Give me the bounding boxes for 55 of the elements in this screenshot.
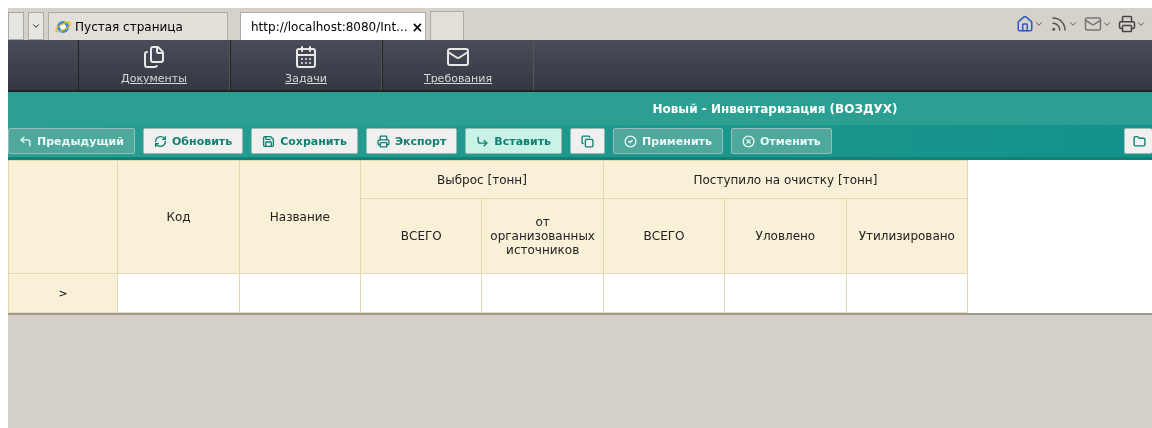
column-header: Уловлено: [724, 198, 847, 274]
column-header: Поступило на очистку [тонн]: [603, 160, 968, 199]
column-header: ВСЕГО: [603, 198, 725, 274]
dropdown-icon[interactable]: [1102, 19, 1112, 29]
browser-tab[interactable]: Пустая страница: [48, 12, 228, 40]
nav-link[interactable]: Требования: [382, 40, 534, 90]
column-header: Утилизировано: [846, 198, 968, 274]
mail-icon[interactable]: [1084, 15, 1102, 33]
rss-icon[interactable]: [1050, 15, 1068, 33]
calendar-icon: [294, 45, 318, 69]
row-marker[interactable]: >: [8, 273, 118, 313]
save-icon: [262, 134, 276, 148]
column-header: ВСЕГО: [360, 198, 482, 274]
back-arrow-icon: [19, 134, 32, 148]
form-title: Новый - Инвентаризация (ВОЗДУХ): [652, 101, 898, 116]
nav-link[interactable]: Задачи: [230, 40, 382, 90]
column-header: Выброс [тонн]: [360, 160, 604, 199]
table-cell[interactable]: [117, 273, 240, 313]
toolbar-button[interactable]: Вставить: [465, 128, 563, 154]
icon-button[interactable]: [570, 128, 606, 154]
documents-icon: [142, 45, 166, 69]
dropdown-icon[interactable]: [1034, 19, 1044, 29]
toolbar-button[interactable]: Сохранить: [251, 128, 358, 154]
folder-icon: [1133, 134, 1146, 148]
dropdown-icon: [31, 21, 41, 31]
table-cell[interactable]: [724, 273, 847, 313]
printer-icon: [376, 134, 390, 148]
check-icon: [624, 134, 638, 148]
refresh-icon: [154, 134, 167, 148]
table-cell[interactable]: [846, 273, 968, 313]
column-header: Название: [239, 160, 361, 274]
printer-icon[interactable]: [1118, 15, 1136, 33]
new-tab-button[interactable]: [430, 11, 464, 40]
toolbar-button[interactable]: Обновить: [143, 128, 244, 154]
globe-icon: [55, 18, 71, 35]
copy-icon: [581, 134, 595, 148]
table-cell[interactable]: [239, 273, 361, 313]
toolbar-button[interactable]: Экспорт: [365, 128, 458, 154]
arrow-icon: [476, 134, 490, 148]
column-header: от организованных источников: [481, 198, 604, 274]
home-icon[interactable]: [1016, 15, 1034, 33]
tab-list-button[interactable]: [8, 12, 24, 40]
browser-tab[interactable]: http://localhost:8080/Int... ×: [240, 12, 426, 40]
table-cell[interactable]: [481, 273, 604, 313]
cancel-icon: [741, 134, 755, 148]
icon-button[interactable]: [1124, 128, 1152, 154]
column-header: Код: [117, 160, 240, 274]
tab-menu-button[interactable]: [28, 12, 44, 40]
table-cell[interactable]: [360, 273, 482, 313]
nav-link[interactable]: Документы: [78, 40, 230, 90]
dropdown-icon[interactable]: [1068, 19, 1078, 29]
envelope-icon: [446, 45, 470, 69]
table-cell[interactable]: [603, 273, 725, 313]
close-icon[interactable]: ×: [411, 18, 424, 35]
dropdown-icon[interactable]: [1136, 19, 1146, 29]
